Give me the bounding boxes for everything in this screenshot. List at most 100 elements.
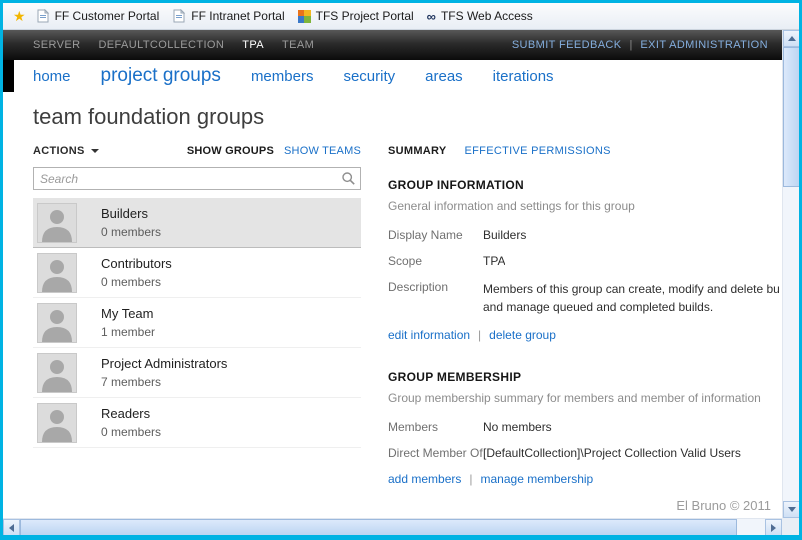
section-subtitle: General information and settings for thi… [388,199,782,213]
admin-nav-team[interactable]: TEAM [282,39,314,51]
add-members-link[interactable]: add members [388,472,461,486]
watermark-credit: El Bruno © 2011 [676,498,771,513]
field-label-members: Members [388,420,483,434]
tab-security[interactable]: security [343,68,395,85]
search-input[interactable] [33,167,361,190]
actions-menu-button[interactable]: ACTIONS [33,145,99,157]
favorites-star-icon[interactable]: ★ [13,8,26,25]
left-edge-block [3,60,14,92]
show-teams-toggle[interactable]: SHOW TEAMS [284,145,361,157]
exit-administration-link[interactable]: EXIT ADMINISTRATION [640,39,768,51]
page-title: team foundation groups [33,104,782,130]
section-heading: GROUP MEMBERSHIP [388,370,782,384]
group-member-count: 0 members [101,425,161,439]
group-member-count: 0 members [101,225,161,239]
list-item-contributors[interactable]: Contributors 0 members [33,248,361,298]
arrow-up-icon [788,36,796,41]
field-value-members: No members [483,420,552,434]
favorite-label: TFS Project Portal [316,9,414,23]
chevron-down-icon [91,149,99,153]
group-member-count: 0 members [101,275,172,289]
scroll-left-button[interactable] [3,519,20,535]
tab-home[interactable]: home [33,68,71,85]
browser-window: ★ FF Customer Portal FF Intranet Portal [3,3,799,535]
edit-information-link[interactable]: edit information [388,328,470,342]
horizontal-scrollbar[interactable] [3,518,782,535]
list-item-my-team[interactable]: My Team 1 member [33,298,361,348]
scroll-right-button[interactable] [765,519,782,535]
field-value-scope: TPA [483,254,505,268]
vertical-scroll-thumb[interactable] [783,47,799,187]
tab-members[interactable]: members [251,68,314,85]
tfs-portal-icon [298,10,311,23]
manage-membership-link[interactable]: manage membership [481,472,594,486]
arrow-right-icon [771,524,776,532]
favorite-link-tfs-project-portal[interactable]: TFS Project Portal [294,5,423,27]
list-item-project-administrators[interactable]: Project Administrators 7 members [33,348,361,398]
admin-nav-tpa[interactable]: TPA [242,39,264,51]
arrow-left-icon [9,524,14,532]
favorite-label: FF Intranet Portal [191,9,284,23]
tab-iterations[interactable]: iterations [493,68,554,85]
section-heading: GROUP INFORMATION [388,178,782,192]
avatar [37,403,77,443]
show-groups-toggle[interactable]: SHOW GROUPS [187,145,274,157]
delete-group-link[interactable]: delete group [489,328,556,342]
admin-nav-bar: SERVER DEFAULTCOLLECTION TPA TEAM SUBMIT… [3,30,782,60]
separator: | [469,472,472,486]
group-name: Readers [101,406,161,421]
page-main: SERVER DEFAULTCOLLECTION TPA TEAM SUBMIT… [3,30,782,518]
favorite-link-tfs-web-access[interactable]: ∞ TFS Web Access [423,5,542,27]
search-icon [341,171,356,186]
screenshot-frame: ★ FF Customer Portal FF Intranet Portal [0,0,802,540]
field-value-description: Members of this group can create, modify… [483,280,780,316]
tab-effective-permissions[interactable]: EFFECTIVE PERMISSIONS [465,145,611,157]
avatar [37,253,77,293]
group-name: My Team [101,306,155,321]
content-area: team foundation groups ACTIONS SHOW GROU… [3,92,782,518]
scrollbar-corner [782,518,799,535]
field-value-direct-member-of: [DefaultCollection]\Project Collection V… [483,446,741,460]
favorite-label: FF Customer Portal [55,9,160,23]
main-tab-bar: home project groups members security are… [3,60,782,92]
group-member-count: 1 member [101,325,155,339]
group-name: Contributors [101,256,172,271]
group-name: Builders [101,206,161,221]
description-line-1: Members of this group can create, modify… [483,280,780,298]
tab-project-groups[interactable]: project groups [101,65,221,87]
avatar [37,353,77,393]
actions-label: ACTIONS [33,145,85,157]
field-label-scope: Scope [388,254,483,268]
field-label-direct-member-of: Direct Member Of [388,446,483,460]
separator: | [478,328,481,342]
favorite-label: TFS Web Access [441,9,533,23]
tab-summary[interactable]: SUMMARY [388,145,447,157]
scroll-down-button[interactable] [783,501,799,518]
scroll-up-button[interactable] [783,30,799,47]
section-subtitle: Group membership summary for members and… [388,391,782,405]
list-item-readers[interactable]: Readers 0 members [33,398,361,448]
group-list: Builders 0 members Contributo [33,198,361,448]
description-line-2: and manage queued and completed builds. [483,298,780,316]
group-member-count: 7 members [101,375,227,389]
page-icon [36,9,50,23]
vertical-scrollbar[interactable] [782,30,799,518]
group-name: Project Administrators [101,356,227,371]
group-information-section: GROUP INFORMATION General information an… [388,178,782,342]
avatar [37,303,77,343]
list-item-builders[interactable]: Builders 0 members [33,198,361,248]
favorite-link-customer-portal[interactable]: FF Customer Portal [32,5,169,27]
horizontal-scroll-thumb[interactable] [20,519,737,535]
arrow-down-icon [788,507,796,512]
tab-areas[interactable]: areas [425,68,463,85]
admin-nav-defaultcollection[interactable]: DEFAULTCOLLECTION [98,39,224,51]
admin-nav-server[interactable]: SERVER [33,39,80,51]
group-detail-panel: SUMMARY EFFECTIVE PERMISSIONS GROUP INFO… [388,142,782,486]
favorite-link-intranet-portal[interactable]: FF Intranet Portal [168,5,293,27]
groups-panel: ACTIONS SHOW GROUPS SHOW TEAMS [33,142,361,486]
submit-feedback-link[interactable]: SUBMIT FEEDBACK [512,39,622,51]
tfs-web-access-icon: ∞ [427,10,436,23]
field-value-display-name: Builders [483,228,526,242]
avatar [37,203,77,243]
field-label-display-name: Display Name [388,228,483,242]
